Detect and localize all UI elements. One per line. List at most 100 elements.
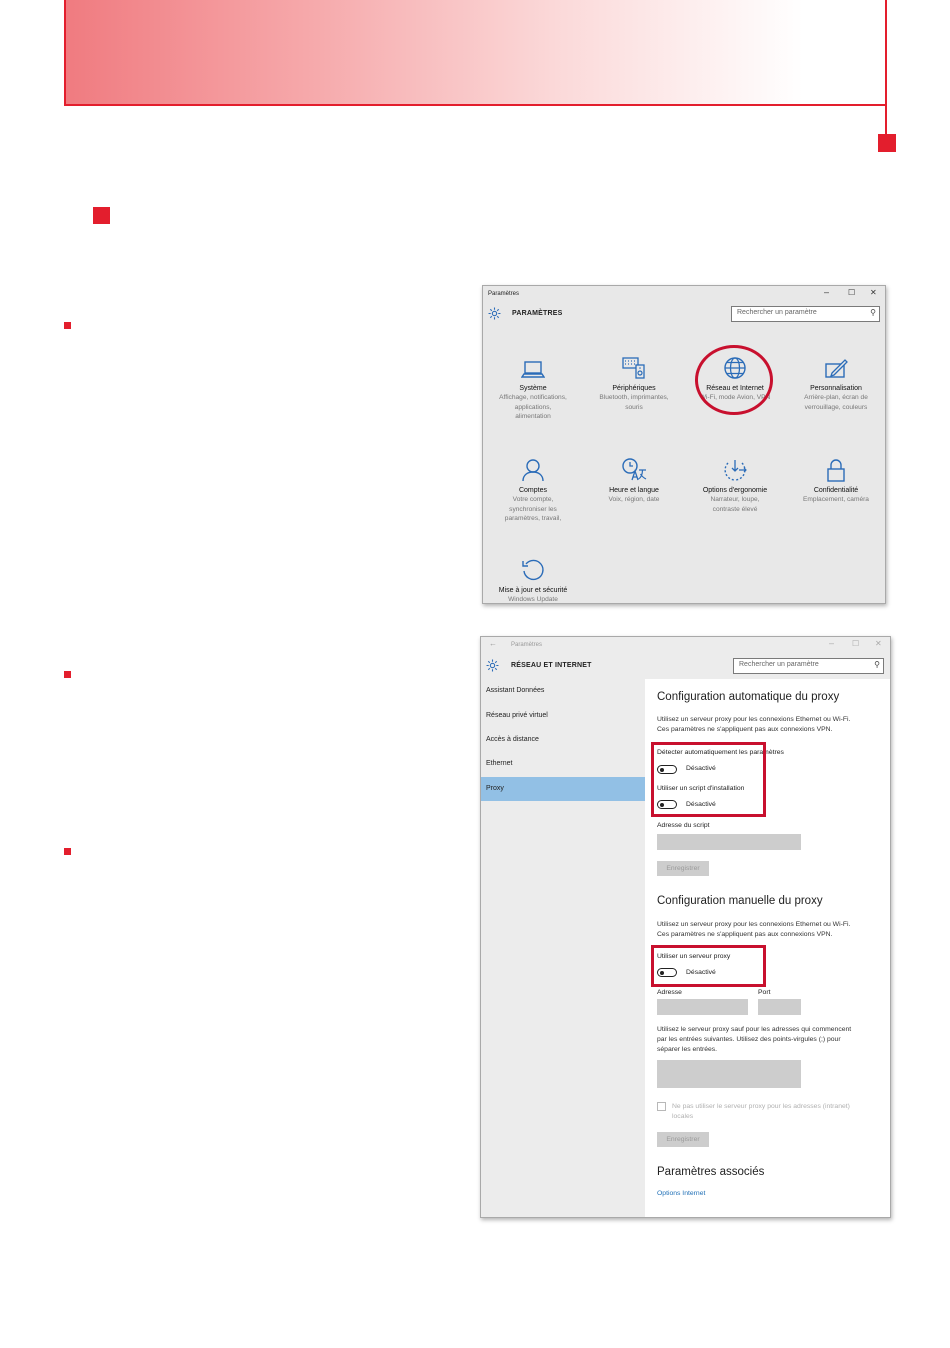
page-title: PARAMÈTRES [512,310,563,317]
port-input[interactable] [758,999,801,1015]
keyboard-speaker-icon [622,357,645,379]
tile-subtitle: paramètres, travail, [504,515,562,522]
desc-line: Utilisez un serveur proxy pour les conne… [657,716,851,723]
desc-line: Ne pas utiliser le serveur proxy pour le… [672,1103,850,1110]
time-language-icon [622,458,647,481]
local-bypass-label: Ne pas utiliser le serveur proxy pour le… [672,1102,850,1122]
tile-subtitle: Arrière-plan, écran de [804,394,868,401]
header-band [64,0,887,106]
highlight-box [651,742,766,817]
back-button[interactable]: ← [489,639,497,648]
auto-config-desc: Utilisez un serveur proxy pour les conne… [657,715,850,735]
tile-subtitle: contraste élevé [712,505,758,513]
person-icon [522,459,544,482]
window-title: Paramètres [511,642,543,648]
tile-mise-a-jour-securite[interactable]: Mise à jour et sécurité Windows Update [483,559,583,603]
desc-line: Utilisez le serveur proxy sauf pour les … [657,1026,852,1033]
tile-title: Options d'ergonomie [702,487,768,494]
script-address-label: Adresse du script [657,822,710,829]
desc-line: locales [672,1113,694,1120]
maximize-button[interactable]: ☐ [852,639,859,648]
bullet-marker [64,848,71,855]
close-button[interactable]: ✕ [870,288,877,297]
tile-confidentialite[interactable]: Confidentialité Emplacement, caméra [786,459,885,505]
minimize-button[interactable]: – [829,638,834,648]
tile-peripheriques[interactable]: Périphériques Bluetooth, imprimantes, so… [584,357,684,412]
tile-title: Heure et langue [609,487,659,494]
tile-subtitle: alimentation [515,413,551,420]
tile-title: Confidentialité [813,487,859,494]
tile-subtitle: verrouillage, couleurs [804,403,868,411]
section-marker [93,207,110,224]
desc-line: Ces paramètres ne s'appliquent pas aux c… [657,726,833,733]
save-button[interactable]: Enregistrer [657,861,709,876]
address-input[interactable] [657,999,748,1015]
header-square [878,134,896,152]
tile-options-ergonomie[interactable]: Options d'ergonomie Narrateur, loupe, co… [685,460,785,514]
nav-item-reseau-prive-virtuel[interactable]: Réseau privé virtuel [481,704,645,728]
bullet-marker [64,322,71,329]
tile-subtitle: applications, [514,403,552,411]
desc-line: séparer les entrées. [657,1046,718,1053]
highlight-box [651,945,766,987]
exceptions-input[interactable] [657,1060,801,1088]
tile-systeme[interactable]: Système Affichage, notifications, applic… [483,360,583,422]
network-settings-window: ← Paramètres – ☐ ✕ RÉSEAU ET INTERNET Re… [480,636,891,1218]
script-address-input[interactable] [657,834,801,850]
minimize-button[interactable]: – [824,287,829,297]
related-settings-heading: Paramètres associés [657,1166,765,1178]
nav-item-acces-distance[interactable]: Accès à distance [481,728,645,752]
tile-subtitle: synchroniser les [509,505,557,513]
tile-personnalisation[interactable]: Personnalisation Arrière-plan, écran de … [786,359,885,412]
exceptions-desc: Utilisez le serveur proxy sauf pour les … [657,1025,851,1055]
nav-item-assistant-donnees[interactable]: Assistant Données [481,679,645,703]
desc-line: Ces paramètres ne s'appliquent pas aux c… [657,931,833,938]
tile-title: Mise à jour et sécurité [498,587,568,594]
search-placeholder: Rechercher un paramètre [739,661,819,668]
nav-item-proxy[interactable]: Proxy [481,777,645,801]
tile-subtitle: Narrateur, loupe, [710,496,760,503]
manual-config-desc: Utilisez un serveur proxy pour les conne… [657,920,850,940]
desc-line: Utilisez un serveur proxy pour les conne… [657,921,851,928]
address-label: Adresse [657,989,682,996]
tile-subtitle: Bluetooth, imprimantes, [599,394,669,401]
header-rule [885,104,887,134]
lock-icon [827,459,845,482]
search-icon: ⚲ [874,660,880,669]
tile-subtitle: Windows Update [508,596,558,603]
update-icon [522,559,544,581]
nav-item-ethernet[interactable]: Ethernet [481,752,645,776]
local-bypass-checkbox[interactable] [657,1102,666,1111]
settings-window: Paramètres – ☐ ✕ PARAMÈTRES Rechercher u… [482,285,886,604]
desc-line: par les entrées suivantes. Utilisez des … [657,1036,841,1043]
tile-subtitle: Voix, région, date [608,496,660,503]
internet-options-link[interactable]: Options Internet [657,1190,705,1197]
tile-subtitle: souris [625,403,643,411]
auto-config-heading: Configuration automatique du proxy [657,691,840,703]
highlight-circle [695,345,773,415]
tile-title: Périphériques [612,385,656,392]
maximize-button[interactable]: ☐ [848,288,855,297]
paint-brush-icon [825,359,848,378]
tile-subtitle: Votre compte, [512,496,554,503]
manual-config-heading: Configuration manuelle du proxy [657,895,823,907]
port-label: Port [758,989,771,996]
tile-heure-langue[interactable]: Heure et langue Voix, région, date [584,458,684,505]
window-title: Paramètres [488,291,520,297]
search-input[interactable]: Rechercher un paramètre ⚲ [733,658,884,674]
proxy-settings-pane: Configuration automatique du proxy Utili… [645,679,890,1217]
save-button[interactable]: Enregistrer [657,1132,709,1147]
tile-comptes[interactable]: Comptes Votre compte, synchroniser les p… [483,459,583,524]
close-button[interactable]: ✕ [875,639,882,648]
search-icon: ⚲ [870,308,876,317]
tile-title: Système [519,385,547,392]
search-input[interactable]: Rechercher un paramètre ⚲ [731,306,880,322]
gear-icon [486,659,499,677]
tile-subtitle: Affichage, notifications, [499,394,567,401]
tile-title: Comptes [518,487,547,494]
page-title: RÉSEAU ET INTERNET [511,662,592,669]
gear-icon [488,307,501,325]
ease-of-access-icon [724,460,747,481]
laptop-icon [521,361,545,378]
search-placeholder: Rechercher un paramètre [737,309,817,316]
